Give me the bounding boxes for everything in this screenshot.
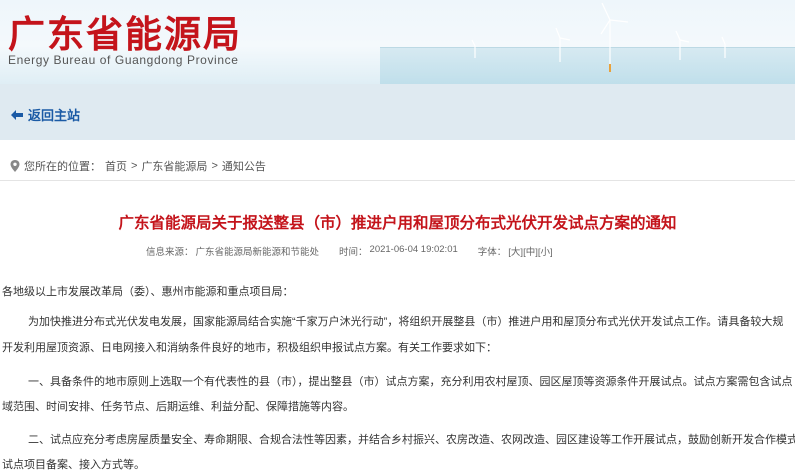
- font-small-button[interactable]: [小]: [538, 244, 553, 258]
- article-paragraph: 各地级以上市发展改革局（委）、惠州市能源和重点项目局：: [2, 286, 294, 298]
- article-meta: 信息来源： 广东省能源局新能源和节能处 时间： 2021-06-04 19:02…: [146, 244, 553, 258]
- source-label: 信息来源：: [146, 247, 194, 258]
- breadcrumb: 您所在的位置： 首页 > 广东省能源局 > 通知公告: [10, 158, 266, 174]
- back-to-main-link[interactable]: 返回主站: [10, 105, 80, 124]
- site-subtitle: Energy Bureau of Guangdong Province: [8, 53, 239, 67]
- location-pin-icon: [10, 160, 20, 172]
- breadcrumb-prefix: 您所在的位置：: [24, 161, 101, 173]
- font-size-label: 字体：: [477, 247, 507, 258]
- time-label: 时间：: [339, 247, 368, 258]
- font-large-button[interactable]: [大]: [508, 244, 523, 258]
- breadcrumb-home[interactable]: 首页: [105, 158, 127, 174]
- back-arrow-icon: [11, 109, 23, 120]
- font-medium-button[interactable]: [中]: [523, 244, 538, 258]
- breadcrumb-notices[interactable]: 通知公告: [222, 158, 266, 174]
- divider: [0, 180, 795, 181]
- article-paragraph: 域范围、时间安排、任务节点、后期运维、利益分配、保障措施等内容。: [2, 401, 354, 413]
- header-banner: 广东省能源局 Energy Bureau of Guangdong Provin…: [0, 0, 795, 84]
- article-paragraph: 试点项目备案、接入方式等。: [2, 459, 145, 471]
- wind-turbines-illustration: [471, 2, 726, 72]
- breadcrumb-energy-bureau[interactable]: 广东省能源局: [141, 158, 207, 174]
- article-paragraph: 为加快推进分布式光伏发电发展，国家能源局结合实施“千家万户沐光行动”，将组织开展…: [28, 316, 784, 328]
- source-value: 广东省能源局新能源和节能处: [195, 247, 320, 258]
- article-paragraph: 一、具备条件的地市原则上选取一个有代表性的县（市），提出整县（市）试点方案，充分…: [28, 376, 793, 388]
- breadcrumb-separator: >: [211, 160, 218, 172]
- site-title: 广东省能源局: [8, 15, 242, 56]
- back-bar: 返回主站: [0, 84, 795, 140]
- back-label: 返回主站: [28, 108, 81, 123]
- article-title: 广东省能源局关于报送整县（市）推进户用和屋顶分布式光伏开发试点方案的通知: [118, 215, 677, 232]
- article-paragraph: 二、试点应充分考虑房屋质量安全、寿命期限、合规合法性等因素，并结合乡村振兴、农房…: [28, 434, 795, 446]
- breadcrumb-separator: >: [131, 160, 138, 172]
- article-paragraph: 开发利用屋顶资源、日电网接入和消纳条件良好的地市，积极组织申报试点方案。有关工作…: [2, 342, 497, 354]
- time-value: 2021-06-04 19:02:01: [369, 244, 458, 255]
